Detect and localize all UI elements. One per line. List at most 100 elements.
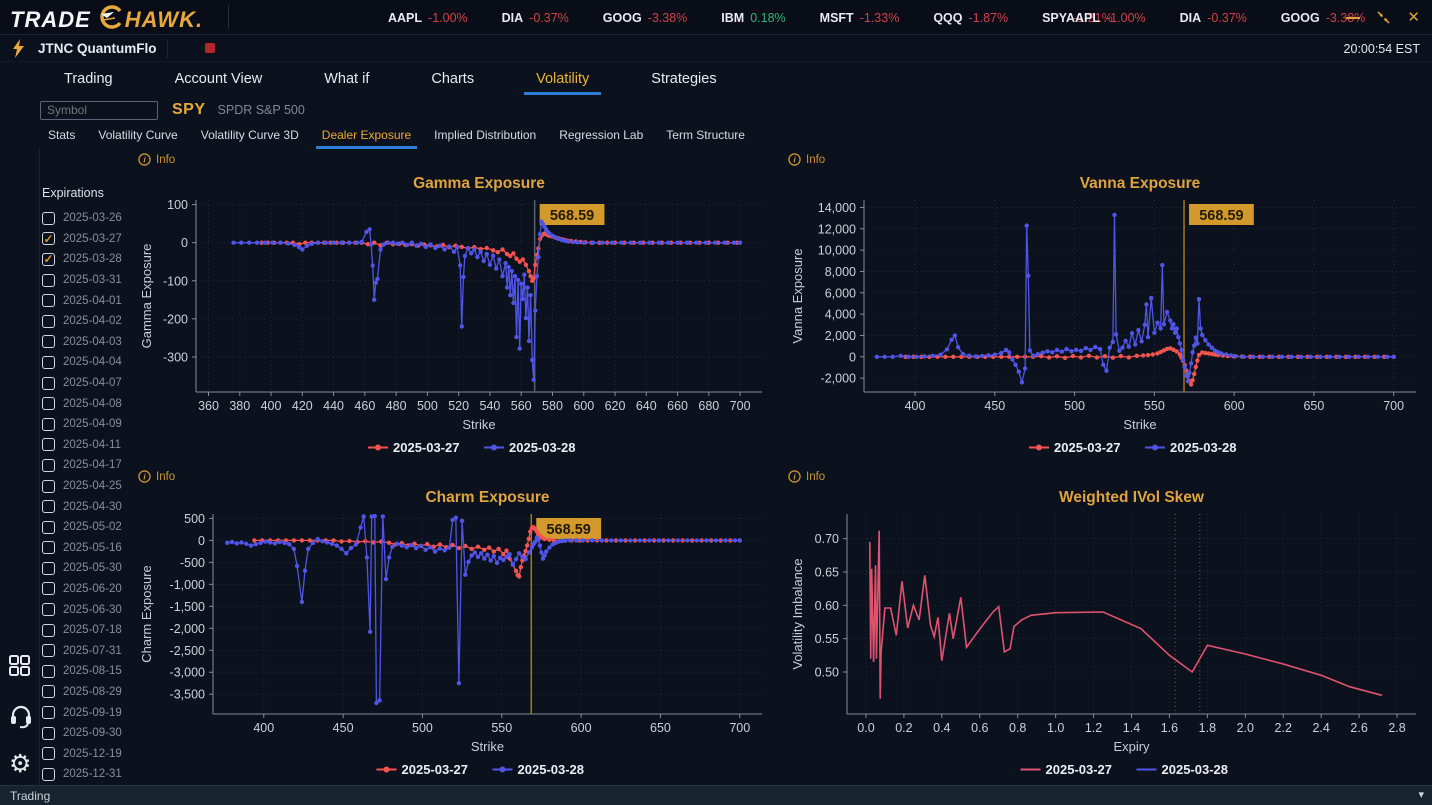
expiration-row[interactable]: 2025-03-31 xyxy=(42,270,134,291)
expiration-checkbox[interactable] xyxy=(42,664,55,678)
expiration-checkbox[interactable] xyxy=(42,706,55,720)
expiration-checkbox[interactable] xyxy=(42,767,55,781)
headset-support-icon[interactable] xyxy=(9,703,33,734)
settings-gear-icon[interactable]: ⚙ xyxy=(9,752,31,777)
svg-text:550: 550 xyxy=(491,721,512,735)
expiration-row[interactable]: ✓ 2025-03-28 xyxy=(42,249,134,270)
subtab-dealer-exposure[interactable]: Dealer Exposure xyxy=(315,124,418,149)
tab-charts[interactable]: Charts xyxy=(427,65,478,95)
expiration-checkbox[interactable] xyxy=(42,314,55,328)
subtab-regression-lab[interactable]: Regression Lab xyxy=(557,124,645,149)
subtab-volatility-curve-3d[interactable]: Volatility Curve 3D xyxy=(199,124,301,149)
expiration-checkbox[interactable]: ✓ xyxy=(42,232,55,246)
expiration-row[interactable]: 2025-08-29 xyxy=(42,682,134,703)
expiration-row[interactable]: 2025-07-18 xyxy=(42,620,134,641)
expiration-checkbox[interactable] xyxy=(42,520,55,534)
vanna-exposure-chart[interactable]: 14,000 12,000 10,000 8,000 6,000 4,000 2,000 0 -… xyxy=(787,150,1432,462)
ticker-quote[interactable]: DIA -0.37% xyxy=(502,11,569,25)
expiration-checkbox[interactable] xyxy=(42,747,55,761)
tab-strategies[interactable]: Strategies xyxy=(647,65,720,95)
expiration-checkbox[interactable] xyxy=(42,726,55,740)
tab-account-view[interactable]: Account View xyxy=(171,65,267,95)
symbol-input[interactable] xyxy=(40,100,158,120)
ticker-quote[interactable]: AAPL -1.00% xyxy=(1066,11,1146,25)
ticker-quote[interactable]: MSFT -1.33% xyxy=(820,11,900,25)
svg-text:568.59: 568.59 xyxy=(550,208,594,224)
expiration-date: 2025-04-09 xyxy=(63,418,122,431)
clock: 20:00:54 EST xyxy=(1343,42,1420,56)
expiration-checkbox[interactable] xyxy=(42,397,55,411)
expiration-row[interactable]: 2025-04-04 xyxy=(42,352,134,373)
charm-exposure-chart[interactable]: 500 0 -500 -1,000 -1,500 -2,000 -2,500 -3,000 -3… xyxy=(136,464,778,784)
subtab-volatility-curve[interactable]: Volatility Curve xyxy=(96,124,179,149)
expiration-row[interactable]: 2025-05-30 xyxy=(42,558,134,579)
expiration-checkbox[interactable] xyxy=(42,458,55,472)
workspace-selector-bar[interactable]: Trading ▾ xyxy=(0,785,1432,805)
expiration-checkbox[interactable] xyxy=(42,561,55,575)
expiration-checkbox[interactable]: ✓ xyxy=(42,252,55,266)
expiration-checkbox[interactable] xyxy=(42,479,55,493)
lightning-icon xyxy=(12,39,25,63)
expiration-row[interactable]: 2025-04-01 xyxy=(42,290,134,311)
expiration-checkbox[interactable] xyxy=(42,644,55,658)
volatility-subtabs: Stats Volatility Curve Volatility Curve 3D… xyxy=(46,124,747,149)
gamma-exposure-chart[interactable]: 100 0 -100 -200 -300 360 380 400 420 440 460 480 500… xyxy=(136,150,778,462)
expiration-checkbox[interactable] xyxy=(42,355,55,369)
subtab-term-structure[interactable]: Term Structure xyxy=(664,124,747,149)
expiration-row[interactable]: 2025-04-07 xyxy=(42,373,134,394)
ticker-quote[interactable]: IBM 0.18% xyxy=(721,11,785,25)
ticker-quote[interactable]: DIA -0.37% xyxy=(1180,11,1247,25)
expiration-row[interactable]: 2025-09-19 xyxy=(42,702,134,723)
expiration-checkbox[interactable] xyxy=(42,603,55,617)
expiration-row[interactable]: 2025-06-30 xyxy=(42,599,134,620)
expiration-checkbox[interactable] xyxy=(42,417,55,431)
expiration-row[interactable]: 2025-04-09 xyxy=(42,414,134,435)
chevron-down-icon[interactable]: ▾ xyxy=(1418,788,1424,801)
ticker-quote[interactable]: QQQ -1.87% xyxy=(933,11,1008,25)
expiration-checkbox[interactable] xyxy=(42,685,55,699)
expiration-checkbox[interactable] xyxy=(42,500,55,514)
svg-text:-1,000: -1,000 xyxy=(170,578,205,592)
expiration-row[interactable]: 2025-07-31 xyxy=(42,640,134,661)
expiration-row[interactable]: 2025-04-02 xyxy=(42,311,134,332)
expiration-checkbox[interactable] xyxy=(42,582,55,596)
expiration-checkbox[interactable] xyxy=(42,438,55,452)
expiration-checkbox[interactable] xyxy=(42,541,55,555)
svg-text:0.8: 0.8 xyxy=(1009,721,1026,735)
expiration-row[interactable]: 2025-04-08 xyxy=(42,393,134,414)
expiration-row[interactable]: 2025-09-30 xyxy=(42,723,134,744)
expiration-row[interactable]: 2025-04-17 xyxy=(42,455,134,476)
expiration-checkbox[interactable] xyxy=(42,623,55,637)
close-icon[interactable]: ✕ xyxy=(1407,10,1420,25)
svg-text:600: 600 xyxy=(573,399,594,413)
ticker-quote[interactable]: AAPL -1.00% xyxy=(388,11,468,25)
expiration-row[interactable]: 2025-04-30 xyxy=(42,496,134,517)
expiration-row[interactable]: 2025-04-11 xyxy=(42,435,134,456)
expiration-checkbox[interactable] xyxy=(42,273,55,287)
expiration-row[interactable]: ✓ 2025-03-27 xyxy=(42,229,134,250)
ticker-quote[interactable]: GOOG -3.38% xyxy=(603,11,688,25)
minimize-icon[interactable] xyxy=(1346,16,1361,19)
tab-trading[interactable]: Trading xyxy=(60,65,117,95)
tab-what-if[interactable]: What if xyxy=(320,65,373,95)
expiration-row[interactable]: 2025-12-31 xyxy=(42,764,134,785)
expiration-row[interactable]: 2025-06-20 xyxy=(42,579,134,600)
restore-icon[interactable] xyxy=(1376,10,1391,25)
expiration-row[interactable]: 2025-05-16 xyxy=(42,538,134,559)
expiration-row[interactable]: 2025-04-25 xyxy=(42,476,134,497)
subtab-stats[interactable]: Stats xyxy=(46,124,77,149)
svg-text:Gamma Exposure: Gamma Exposure xyxy=(139,244,154,349)
expiration-checkbox[interactable] xyxy=(42,211,55,225)
grid-layout-icon[interactable] xyxy=(9,655,31,682)
expiration-row[interactable]: 2025-03-26 xyxy=(42,208,134,229)
expiration-row[interactable]: 2025-08-15 xyxy=(42,661,134,682)
weighted-ivol-skew-chart[interactable]: 0.70 0.65 0.60 0.55 0.50 0.0 0.2 0.4 0.6 0.8 1.0 1.… xyxy=(787,464,1432,784)
expiration-row[interactable]: 2025-12-19 xyxy=(42,743,134,764)
tab-volatility[interactable]: Volatility xyxy=(524,65,602,95)
expiration-checkbox[interactable] xyxy=(42,335,55,349)
subtab-implied-distribution[interactable]: Implied Distribution xyxy=(432,124,538,149)
expiration-checkbox[interactable] xyxy=(42,294,55,308)
expiration-checkbox[interactable] xyxy=(42,376,55,390)
expiration-row[interactable]: 2025-04-03 xyxy=(42,332,134,353)
expiration-row[interactable]: 2025-05-02 xyxy=(42,517,134,538)
